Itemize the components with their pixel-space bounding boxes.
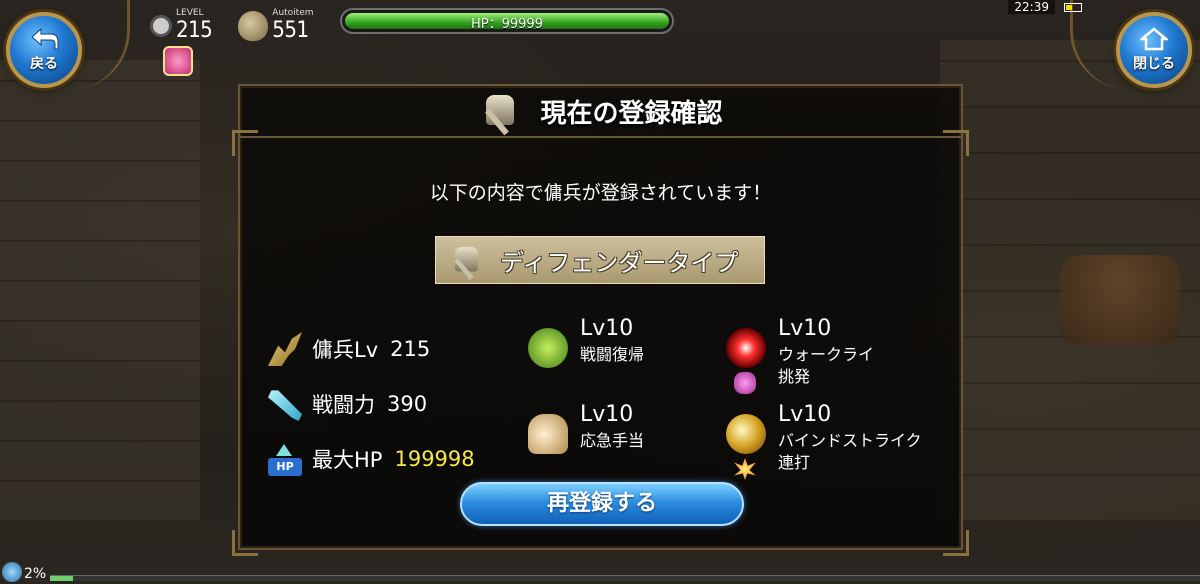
skill-sub-name: 連打 [778, 453, 811, 472]
stat-row-maxhp: HP 最大HP 199998 [268, 440, 498, 478]
registration-panel: 現在の登録確認 以下の内容で傭兵が登録されています！ ディフェンダータイプ 傭兵… [232, 84, 969, 556]
skills-column-right: Lv10 ウォークライ 挑発 Lv10 バインドストライク 連打 [726, 314, 956, 486]
skill-name: 戦闘復帰 [580, 345, 645, 364]
bind-strike-icon [726, 414, 766, 454]
mercenary-icon [268, 332, 302, 366]
stat-label: 戦闘力 [312, 393, 375, 417]
armor-icon [478, 89, 526, 136]
skills-column-middle: Lv10 戦闘復帰 Lv10 応急手当 [528, 314, 728, 486]
stat-row-power: 戦闘力 390 [268, 385, 498, 423]
back-arrow-icon [29, 27, 59, 51]
level-icon [150, 14, 172, 37]
sword-icon [268, 390, 302, 421]
skill-level: Lv10 [580, 316, 634, 341]
autoitem-label: Autoitem [272, 8, 314, 18]
hp-text: HP：99999 [471, 17, 543, 32]
skill-sub-name: 挑発 [778, 367, 811, 386]
first-aid-icon [528, 414, 568, 454]
skill-name: 応急手当 [580, 431, 645, 450]
background-barrel [1060, 255, 1180, 345]
skill-item: Lv10 ウォークライ 挑発 [726, 314, 956, 400]
back-button-label: 戻る [30, 56, 58, 72]
skill-item: Lv10 バインドストライク 連打 [726, 400, 956, 486]
clock: 22:39 [1008, 0, 1055, 14]
battery-icon [1064, 3, 1082, 12]
stat-value: 199998 [394, 447, 475, 471]
skill-name: ウォークライ [778, 345, 875, 364]
close-button[interactable]: 閉じる [1116, 12, 1192, 88]
home-icon [1139, 27, 1169, 51]
autoitem-value: 551 [272, 18, 309, 43]
stat-value: 215 [390, 337, 431, 361]
stat-row-level: 傭兵Lv 215 [268, 330, 498, 368]
item-bag-icon [238, 10, 269, 41]
level-block: LEVEL 215 [176, 8, 213, 43]
skill-name: バインドストライク [778, 431, 922, 450]
back-button[interactable]: 戻る [6, 12, 82, 88]
exp-icon [2, 562, 22, 582]
stats-list: 傭兵Lv 215 戦闘力 390 HP 最大HP 199998 [268, 330, 498, 495]
panel-header: 現在の登録確認 [240, 86, 961, 138]
frame-corner [943, 530, 969, 556]
frame-corner [232, 530, 258, 556]
skill-level: Lv10 [580, 402, 634, 427]
stat-value: 390 [387, 392, 428, 416]
background-wall-left [0, 60, 200, 520]
return-icon [528, 328, 568, 368]
hud-level-group: LEVEL 215 Autoitem 551 [150, 8, 314, 43]
registration-message: 以下の内容で傭兵が登録されています！ [429, 182, 772, 204]
skill-item: Lv10 応急手当 [528, 400, 728, 486]
hp-up-icon: HP [268, 442, 302, 476]
hp-bar: HP：99999 [340, 8, 674, 34]
skill-item: Lv10 戦闘復帰 [528, 314, 728, 400]
panel-title: 現在の登録確認 [540, 98, 723, 129]
level-value: 215 [176, 18, 213, 43]
type-banner: ディフェンダータイプ [435, 236, 765, 284]
autoitem-block: Autoitem 551 [272, 8, 313, 43]
exp-bar-fill [50, 576, 73, 581]
war-cry-icon [726, 328, 766, 368]
exp-text: 2% [24, 566, 47, 582]
stat-label: 最大HP [312, 448, 383, 472]
combo-icon [734, 458, 756, 480]
taunt-icon [734, 372, 756, 394]
type-label: ディフェンダータイプ [500, 248, 739, 277]
gift-icon[interactable] [163, 46, 193, 76]
defender-type-icon [448, 242, 487, 281]
close-button-label: 閉じる [1133, 56, 1175, 72]
stat-label: 傭兵Lv [312, 338, 379, 362]
level-label: LEVEL [176, 8, 204, 18]
reregister-button[interactable]: 再登録する [460, 482, 744, 526]
skill-level: Lv10 [778, 316, 832, 341]
exp-bar [50, 575, 1200, 581]
skill-level: Lv10 [778, 402, 832, 427]
